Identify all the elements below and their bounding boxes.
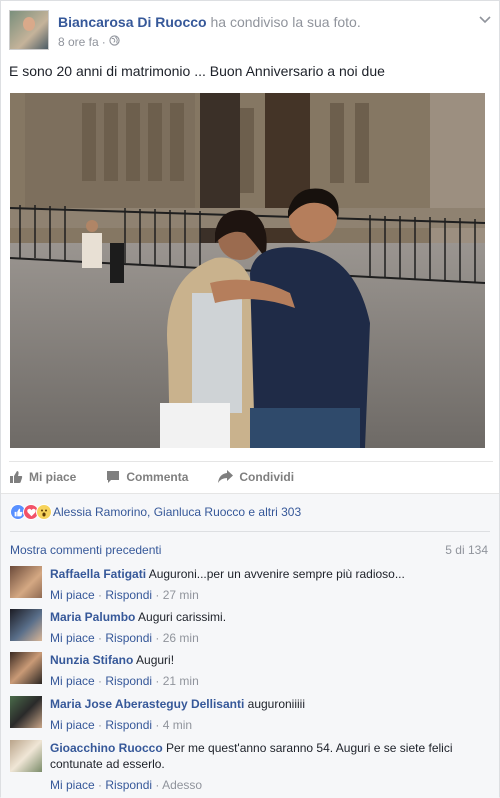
- comment-text: Auguri carissimi.: [138, 610, 227, 624]
- comment-author[interactable]: Maria Jose Aberasteguy Dellisanti: [50, 697, 244, 711]
- comment-text: auguroniiiii: [247, 697, 306, 711]
- comment-like-link[interactable]: Mi piace: [50, 674, 95, 688]
- avatar[interactable]: [10, 566, 42, 598]
- comment-reply-link[interactable]: Rispondi: [105, 778, 152, 792]
- share-label: Condividi: [239, 469, 295, 484]
- avatar[interactable]: [10, 740, 42, 772]
- reactions-summary: Alessia Ramorino, Gianluca Ruocco e altr…: [53, 505, 302, 519]
- reaction-icons: [10, 504, 52, 520]
- share-button[interactable]: Condividi: [218, 470, 294, 484]
- post-time[interactable]: 8 ore fa: [58, 35, 99, 49]
- post-meta: 8 ore fa ·: [58, 35, 120, 49]
- avatar[interactable]: [10, 696, 42, 728]
- shared-text: ha condiviso la sua foto.: [210, 14, 361, 30]
- reactions-row[interactable]: Alessia Ramorino, Gianluca Ruocco e altr…: [10, 504, 301, 520]
- share-icon: [218, 470, 234, 483]
- post-photo[interactable]: [10, 93, 485, 448]
- comment-reply-link[interactable]: Rispondi: [105, 631, 152, 645]
- comment-like-link[interactable]: Mi piace: [50, 631, 95, 645]
- comment-button[interactable]: Commenta: [106, 470, 188, 484]
- divider: [10, 531, 490, 532]
- thumbs-up-icon: [10, 470, 23, 483]
- like-label: Mi piace: [29, 469, 77, 484]
- comment-time[interactable]: 26 min: [163, 631, 199, 645]
- comment-author[interactable]: Gioacchino Ruocco: [50, 741, 163, 755]
- comment-reply-link[interactable]: Rispondi: [105, 588, 152, 602]
- comment-label: Commenta: [126, 469, 189, 484]
- post-header: Biancarosa Di Ruocco ha condiviso la sua…: [9, 10, 493, 54]
- author-name[interactable]: Biancarosa Di Ruocco: [58, 14, 207, 30]
- avatar[interactable]: [10, 652, 42, 684]
- comment-text: Auguri!: [136, 653, 175, 667]
- comments-count: 5 di 134: [445, 543, 488, 557]
- comment-time[interactable]: 27 min: [163, 588, 199, 602]
- post-message: E sono 20 anni di matrimonio ... Buon An…: [9, 63, 385, 79]
- author-avatar[interactable]: [9, 10, 49, 50]
- comment-text: Auguroni...per un avvenire sempre più ra…: [148, 567, 405, 581]
- comment-like-link[interactable]: Mi piace: [50, 718, 95, 732]
- comment-like-link[interactable]: Mi piace: [50, 778, 95, 792]
- comment-icon: [107, 470, 120, 483]
- comment-author[interactable]: Raffaella Fatigati: [50, 567, 146, 581]
- comment-like-link[interactable]: Mi piace: [50, 588, 95, 602]
- globe-icon: [109, 35, 120, 49]
- post-card: Biancarosa Di Ruocco ha condiviso la sua…: [0, 0, 500, 798]
- meta-separator: ·: [101, 35, 106, 49]
- comment-author[interactable]: Maria Palumbo: [50, 610, 135, 624]
- show-previous-comments-link[interactable]: Mostra commenti precedenti: [10, 543, 161, 557]
- comment-time[interactable]: Adesso: [162, 778, 202, 792]
- post-actions: Mi piace Commenta Condividi: [9, 461, 493, 491]
- comment-time[interactable]: 4 min: [163, 718, 192, 732]
- comment-author[interactable]: Nunzia Stifano: [50, 653, 133, 667]
- social-section: Alessia Ramorino, Gianluca Ruocco e altr…: [1, 493, 499, 798]
- like-button[interactable]: Mi piace: [9, 470, 76, 484]
- author-line: Biancarosa Di Ruocco ha condiviso la sua…: [58, 14, 361, 30]
- comment-time[interactable]: 21 min: [163, 674, 199, 688]
- wow-icon: [36, 504, 52, 520]
- comment-reply-link[interactable]: Rispondi: [105, 674, 152, 688]
- chevron-down-icon[interactable]: [479, 12, 491, 27]
- comment-reply-link[interactable]: Rispondi: [105, 718, 152, 732]
- avatar[interactable]: [10, 609, 42, 641]
